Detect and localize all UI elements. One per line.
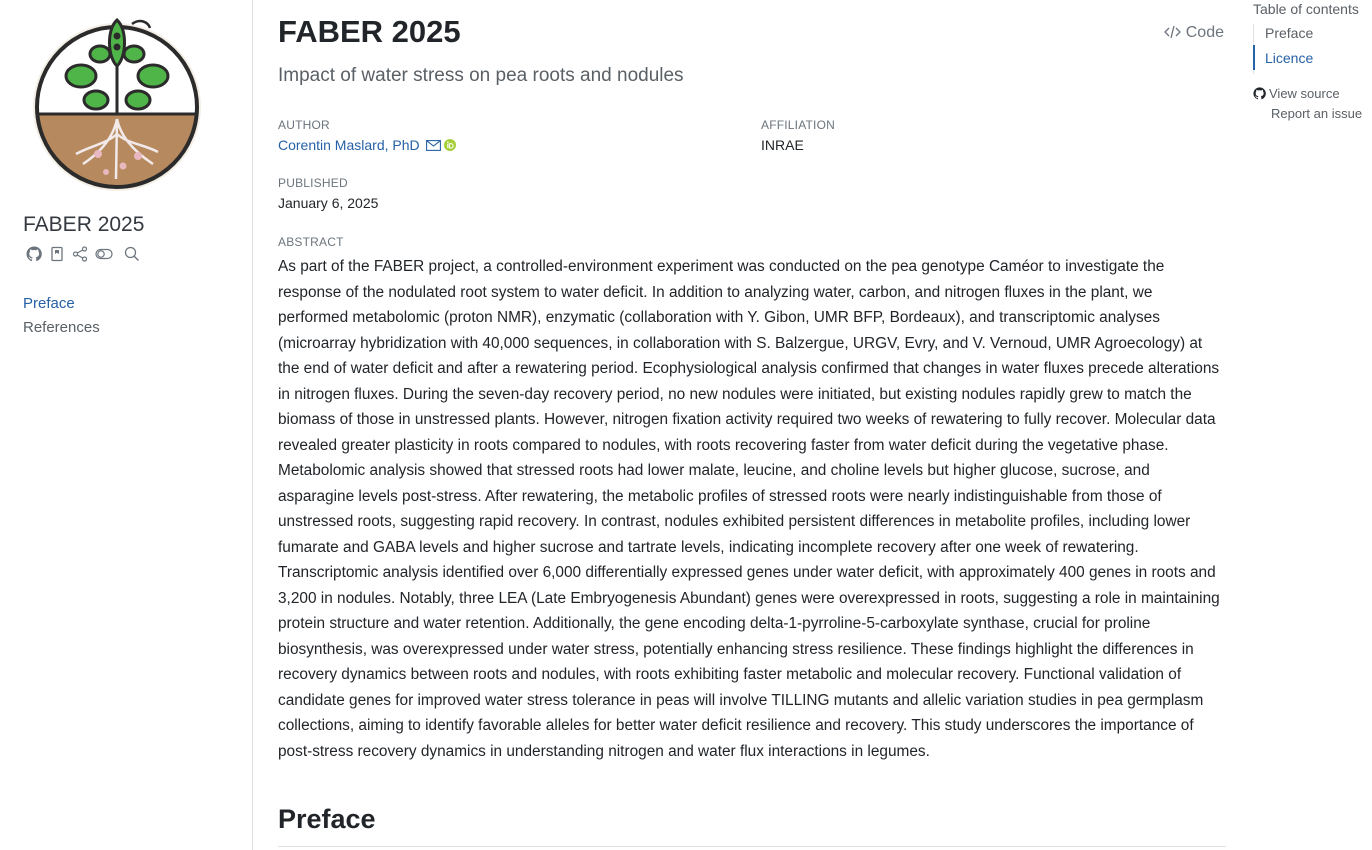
view-source-link[interactable]: View source (1253, 86, 1372, 106)
section-heading-preface: Preface (278, 804, 376, 834)
page-title: FABER 2025 (278, 14, 461, 49)
view-source-label: View source (1269, 86, 1340, 101)
search-icon[interactable] (124, 246, 147, 266)
toc-title: Table of contents (1253, 1, 1359, 17)
sidebar: FABER 2025 Preface References (0, 0, 253, 850)
table-of-contents: Table of contents Preface Licence View s… (1253, 0, 1372, 126)
code-button[interactable]: Code (1164, 24, 1224, 42)
published-block: PUBLISHED January 6, 2025 (278, 176, 378, 211)
bookmark-icon[interactable] (49, 246, 72, 266)
sidebar-item-preface[interactable]: Preface (23, 294, 100, 318)
github-icon (1253, 87, 1266, 100)
code-button-label: Code (1185, 24, 1224, 41)
author-link[interactable]: Corentin Maslard, PhD (278, 137, 420, 153)
toggle-icon[interactable] (95, 246, 118, 266)
report-issue-label: Report an issue (1271, 106, 1363, 121)
section-divider (278, 846, 1226, 847)
orcid-icon[interactable] (444, 139, 457, 151)
sidebar-item-references[interactable]: References (23, 318, 100, 342)
published-label: PUBLISHED (278, 176, 348, 190)
sidebar-nav: Preface References (23, 294, 100, 342)
published-date: January 6, 2025 (278, 195, 379, 211)
toc-item-licence[interactable]: Licence (1253, 45, 1372, 74)
site-logo[interactable] (28, 14, 206, 196)
report-issue-link[interactable]: Report an issue (1253, 106, 1372, 126)
affiliation-label: AFFILIATION (761, 118, 835, 132)
toc-links: View source Report an issue (1253, 86, 1372, 126)
abstract-label: ABSTRACT (278, 235, 344, 249)
share-icon[interactable] (72, 246, 95, 266)
code-icon (1164, 25, 1182, 39)
abstract-text: As part of the FABER project, a controll… (278, 258, 1220, 760)
toc-item-preface[interactable]: Preface (1265, 24, 1372, 49)
email-icon[interactable] (425, 140, 441, 151)
site-title[interactable]: FABER 2025 (23, 213, 144, 237)
page-subtitle: Impact of water stress on pea roots and … (278, 65, 684, 86)
affiliation-value: INRAE (761, 137, 804, 153)
toc-list: Preface Licence (1253, 24, 1372, 74)
author-block: AUTHOR Corentin Maslard, PhD (278, 118, 457, 153)
author-label: AUTHOR (278, 118, 330, 132)
abstract-block: ABSTRACT As part of the FABER project, a… (278, 235, 1226, 764)
github-icon[interactable] (26, 246, 49, 266)
affiliation-block: AFFILIATION INRAE (761, 118, 835, 153)
sidebar-tools (26, 246, 147, 266)
